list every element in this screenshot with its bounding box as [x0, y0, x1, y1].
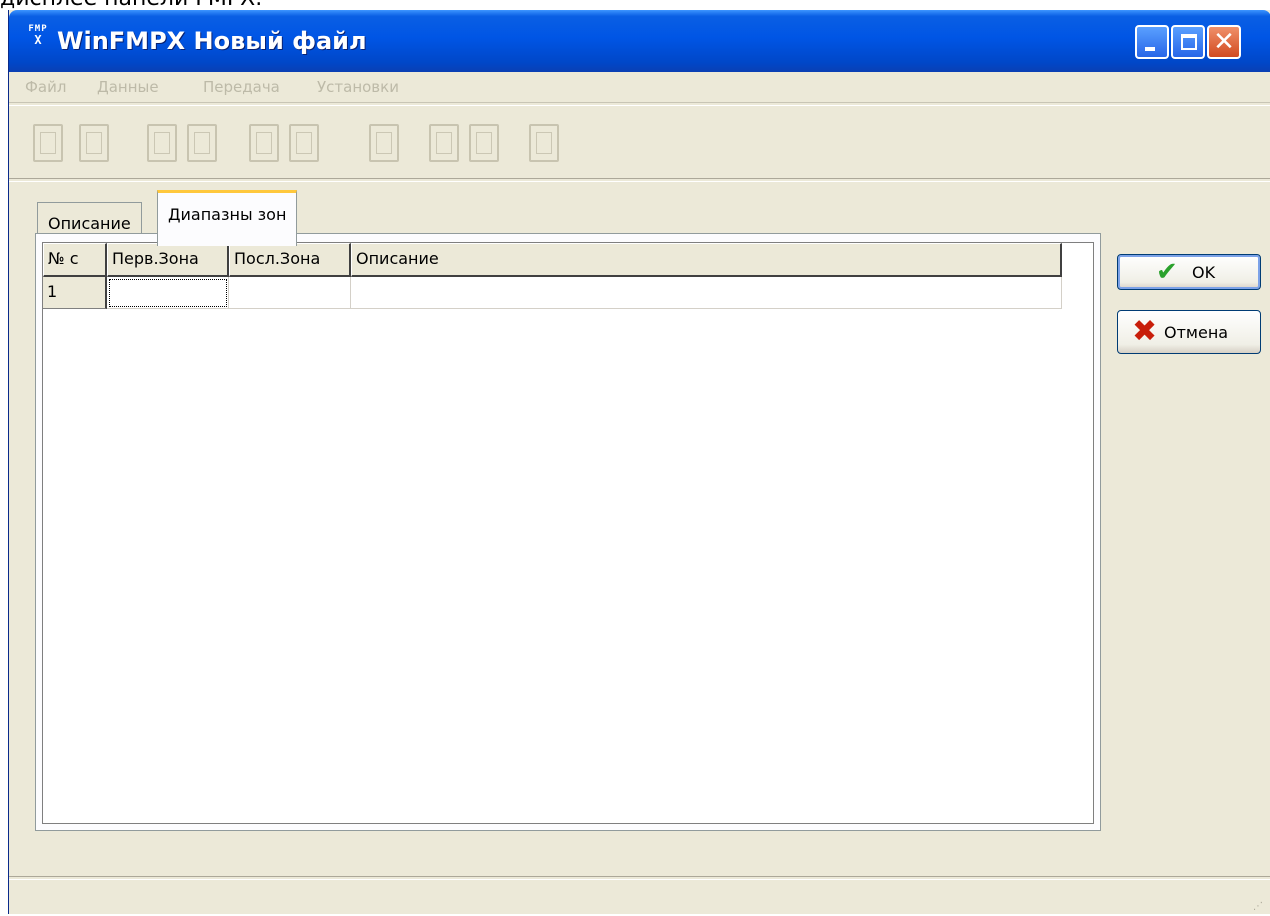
first-zone-cell[interactable] — [107, 277, 229, 309]
new-file-icon — [40, 132, 56, 154]
column-header-description[interactable]: Описание — [351, 243, 1062, 277]
toolbar-separator — [9, 178, 1270, 182]
title-bar[interactable]: FMP X WinFMPX Новый файл ✕ — [9, 10, 1270, 72]
app-icon[interactable]: FMP X — [25, 24, 51, 52]
panel-button[interactable] — [529, 124, 559, 162]
print-icon — [256, 132, 272, 154]
maximize-icon — [1181, 34, 1197, 50]
ok-button-label: OK — [1192, 263, 1216, 282]
open-folder-icon — [86, 132, 102, 154]
send-icon — [476, 132, 492, 154]
menu-settings[interactable]: Установки — [317, 78, 399, 96]
cross-icon: ✖ — [1132, 314, 1158, 349]
row-number-cell: 1 — [43, 277, 107, 309]
tab-zone-ranges[interactable]: Диапазны зон — [157, 190, 298, 246]
grid-header: № с Перв.Зона Посл.Зона Описание — [43, 243, 1062, 277]
receive-icon — [436, 132, 452, 154]
save-icon — [154, 132, 170, 154]
column-header-last-zone[interactable]: Посл.Зона — [229, 243, 351, 277]
ok-button[interactable]: ✔ OK — [1117, 254, 1261, 290]
preview-button[interactable] — [369, 124, 399, 162]
menu-file[interactable]: Файл — [25, 78, 66, 96]
column-header-first-zone[interactable]: Перв.Зона — [107, 243, 229, 277]
print-setup-button[interactable] — [289, 124, 319, 162]
new-file-button[interactable] — [33, 124, 63, 162]
close-icon: ✕ — [1213, 27, 1235, 57]
menu-transfer[interactable]: Передача — [203, 78, 280, 96]
preview-icon — [376, 132, 392, 154]
print-button[interactable] — [249, 124, 279, 162]
zone-grid[interactable]: № с Перв.Зона Посл.Зона Описание 1 — [42, 242, 1094, 824]
print-setup-icon — [296, 132, 312, 154]
cancel-button[interactable]: ✖ Отмена — [1117, 310, 1261, 354]
app-window: FMP X WinFMPX Новый файл ✕ Файл Данные П… — [8, 10, 1270, 914]
status-bar — [9, 876, 1270, 880]
checkmark-icon: ✔ — [1156, 257, 1178, 287]
panel-icon — [536, 132, 552, 154]
save-button[interactable] — [147, 124, 177, 162]
column-header-num[interactable]: № с — [43, 243, 107, 277]
window-title: WinFMPX Новый файл — [57, 27, 367, 55]
description-cell[interactable] — [351, 277, 1062, 309]
cancel-button-label: Отмена — [1164, 323, 1229, 342]
app-icon-bottom-text: X — [34, 33, 42, 47]
minimize-icon — [1145, 47, 1155, 51]
close-button[interactable]: ✕ — [1207, 25, 1241, 59]
send-button[interactable] — [469, 124, 499, 162]
save-as-button[interactable] — [187, 124, 217, 162]
receive-button[interactable] — [429, 124, 459, 162]
menu-data[interactable]: Данные — [97, 78, 159, 96]
toolbar — [9, 104, 1270, 174]
save-as-icon — [194, 132, 210, 154]
tab-panel: № с Перв.Зона Посл.Зона Описание 1 — [35, 233, 1101, 831]
menu-bar: Файл Данные Передача Установки — [9, 72, 1270, 102]
maximize-button[interactable] — [1171, 25, 1205, 59]
minimize-button[interactable] — [1135, 25, 1169, 59]
open-button[interactable] — [79, 124, 109, 162]
last-zone-cell[interactable] — [229, 277, 351, 309]
table-row[interactable]: 1 — [43, 277, 1062, 309]
